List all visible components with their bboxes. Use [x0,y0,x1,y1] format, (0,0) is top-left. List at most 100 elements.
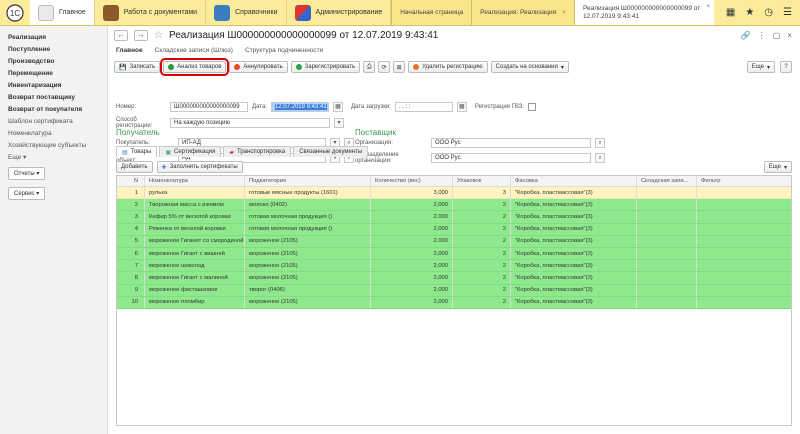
delete-registration-button[interactable]: Удалить регистрацию [408,61,488,73]
window-tab-home[interactable]: Начальная страница [391,0,472,25]
cell-filter [697,272,791,283]
forward-button[interactable]: → [134,29,148,41]
fill-certificates-button[interactable]: ✚ Заполнить сертификаты [156,161,243,173]
col-name[interactable]: Номенклатура [145,176,245,186]
register-button-label: Зарегистрировать [304,64,356,70]
sidebar-more[interactable]: Еще ▾ [8,152,107,164]
open-link-icon[interactable]: ⌕ [595,138,605,148]
app-logo-icon[interactable]: 1C [0,0,30,25]
section-admin[interactable]: Администрирование [287,0,392,25]
table-row[interactable]: 7 мороженое шоколад мороженое (2105) 2,000 2… [117,260,791,273]
refresh-button[interactable]: ⟳ [378,61,391,73]
create-based-button[interactable]: Создать на основании ▾ [490,61,569,73]
delete-registration-label: Удалить регистрацию [422,64,483,70]
reg-method-select[interactable]: На каждую позицию [170,118,330,128]
reports-button[interactable]: Отчеты ▾ [8,167,46,180]
table-row[interactable]: 9 мороженое фисташковое творог (0406) 2,000… [117,284,791,297]
tab-main[interactable]: Главное [116,47,143,54]
close-icon[interactable]: × [562,9,566,16]
col-packaging[interactable]: Фасовка [511,176,637,186]
sidebar-item-transfer[interactable]: Перемещение [8,68,107,80]
tab-warehouse-records[interactable]: Складские записи (Шлюз) [155,47,233,54]
write-button[interactable]: 💾 Записать [114,61,161,73]
help-button[interactable]: ? [780,61,792,73]
sidebar-item-return-supplier[interactable]: Возврат поставщику [8,92,107,104]
col-filter[interactable]: Фильтр [697,176,791,186]
back-button[interactable]: ← [114,29,128,41]
maximize-icon[interactable]: ▢ [773,31,781,40]
col-n[interactable]: N [117,176,145,186]
link-icon[interactable]: 🔗 [741,31,751,40]
create-based-label: Создать на основании [495,64,558,70]
table-row[interactable]: 4 Ряженка от веселой коровки готовая молоч… [117,223,791,236]
section-references[interactable]: Справочники [206,0,287,25]
favorites-star-icon[interactable]: ★ [745,7,754,18]
gvz-checkbox[interactable] [527,103,536,111]
service-button[interactable]: Сервис ▾ [8,187,46,200]
tab-certification[interactable]: ▣ Сертификация [159,146,222,157]
section-documents[interactable]: Работа с документами [95,0,207,25]
register-icon [295,64,302,70]
cell-packs: 2 [453,272,511,284]
table-row[interactable]: 5 мороженое Гиганит со смородиной морожено… [117,235,791,248]
table-row[interactable]: 3 Кефир 5% от веселой коровки готовая моло… [117,211,791,224]
save-icon: 💾 [119,64,127,71]
attach-button[interactable]: ⊞ [393,61,406,73]
print-button[interactable]: ⎙ [363,61,376,73]
load-date-field[interactable]: . . : : [394,102,453,112]
analysis-icon [168,64,175,70]
sidebar-item-production[interactable]: Производство [8,56,107,68]
cell-packs: 2 [453,296,511,308]
col-qty[interactable]: Количество (вес) [371,176,453,186]
grid-more-button[interactable]: Еще ▾ [763,161,792,173]
col-packs[interactable]: Упаковок [453,176,511,186]
date-field[interactable]: 12.07.2019 9:43:41 [270,102,329,112]
chevron-down-icon[interactable]: ▾ [334,118,344,128]
section-documents-label: Работа с документами [123,9,198,16]
sidebar-item-inventory[interactable]: Инвентаризация [8,80,107,92]
sidebar-item-realization[interactable]: Реализация [8,32,107,44]
tab-transport[interactable]: ▰ Транспортировка [223,146,292,157]
table-row[interactable]: 1 рулька готовые мясные продукты (1601) 3,0… [117,187,791,200]
sidebar-item-entities[interactable]: Хозяйствующие субъекты [8,140,107,152]
cancel-doc-button[interactable]: Аннулировать [229,61,288,73]
analysis-button[interactable]: Анализ товаров [160,58,230,76]
org-field[interactable]: ООО Рус [431,138,591,148]
menu-icon[interactable]: ☰ [783,7,792,18]
table-row[interactable]: 8 мороженое Гигант с малиной мороженое (21… [117,272,791,285]
more-dots-icon[interactable]: ⋮ [758,31,766,40]
sidebar: Реализация Поступление Производство Пере… [0,26,108,434]
calendar-icon[interactable]: ▦ [456,102,467,112]
cell-qty: 2,000 [371,223,453,235]
sidebar-item-nomenclature[interactable]: Номенклатура [8,128,107,140]
close-icon[interactable]: × [787,31,792,40]
table-row[interactable]: 6 мороженое Гигант с вишней мороженое (210… [117,247,791,261]
register-button[interactable]: Зарегистрировать [290,61,361,73]
col-subcategory[interactable]: Подкатегория [245,176,371,186]
sidebar-item-receipt[interactable]: Поступление [8,44,107,56]
cell-n: 10 [117,296,145,308]
close-icon[interactable]: × [706,3,710,11]
grid-menu-icon[interactable]: ▦ [726,7,735,18]
tab-goods[interactable]: ▤ Товары [116,146,158,157]
section-main[interactable]: Главное [30,0,95,25]
more-button[interactable]: Еще ▾ [746,61,775,73]
cell-packs: 3 [453,187,511,199]
window-tab-realization-list[interactable]: Реализация: Реализация × [471,0,574,25]
cell-subcategory: готовые мясные продукты (1601) [245,187,371,199]
table-row[interactable]: 10 мороженое пломбир мороженое (2105) 2,000… [117,296,791,309]
top-bar: 1C Главное Работа с документами Справочн… [0,0,800,26]
favorite-star-icon[interactable]: ☆ [154,30,163,41]
col-warehouse-record[interactable]: Складская запи... [637,176,697,186]
add-button[interactable]: Добавить [116,161,153,173]
window-tab-current[interactable]: Реализация Ш000000000000000099 от 12.07.… [573,0,715,25]
tab-related-docs[interactable]: Связанные документы [293,146,369,157]
table-row[interactable]: 2 Творожная масса с изюмом молоко (0402) 2,… [117,199,791,212]
sidebar-item-return-buyer[interactable]: Возврат от покупателя [8,104,107,116]
history-icon[interactable]: ◷ [764,7,773,18]
tab-subordination[interactable]: Структура подчиненности [245,47,323,54]
cell-name: мороженое Гигант с малиной [145,272,245,284]
calendar-icon[interactable]: ▦ [332,102,343,112]
sidebar-item-cert-template[interactable]: Шаблон сертификата [8,116,107,128]
number-field[interactable]: Ш000000000000000099 [170,102,248,112]
